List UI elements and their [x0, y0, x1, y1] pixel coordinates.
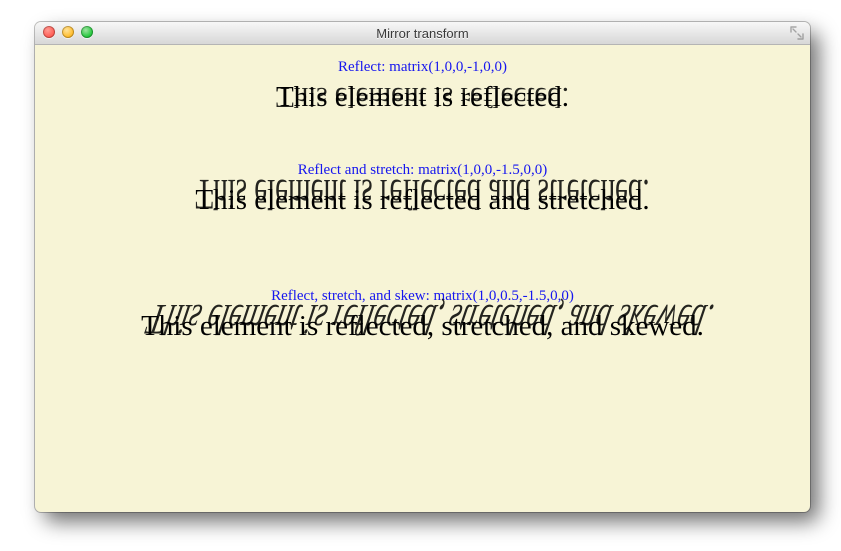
- content-area: Reflect: matrix(1,0,0,-1,0,0) This eleme…: [35, 59, 810, 512]
- demo-pair-2: This element is reflected and stretched.…: [35, 185, 810, 245]
- demo-text-1-mirror: This element is reflected.: [276, 82, 569, 112]
- window-title: Mirror transform: [376, 26, 468, 41]
- fullscreen-icon[interactable]: [790, 26, 804, 40]
- demo-text-2-mirror: This element is reflected and stretched.: [195, 170, 649, 216]
- minimize-icon[interactable]: [62, 26, 74, 38]
- zoom-icon[interactable]: [81, 26, 93, 38]
- demo-text-3-mirror: This element is reflected, stretched, an…: [141, 296, 719, 342]
- app-window: Mirror transform Reflect: matrix(1,0,0,-…: [35, 22, 810, 512]
- demo-pair-1: This element is reflected. This element …: [35, 82, 810, 142]
- titlebar[interactable]: Mirror transform: [35, 22, 810, 45]
- caption-1: Reflect: matrix(1,0,0,-1,0,0): [35, 59, 810, 76]
- close-icon[interactable]: [43, 26, 55, 38]
- demo-pair-3: This element is reflected, stretched, an…: [35, 311, 810, 371]
